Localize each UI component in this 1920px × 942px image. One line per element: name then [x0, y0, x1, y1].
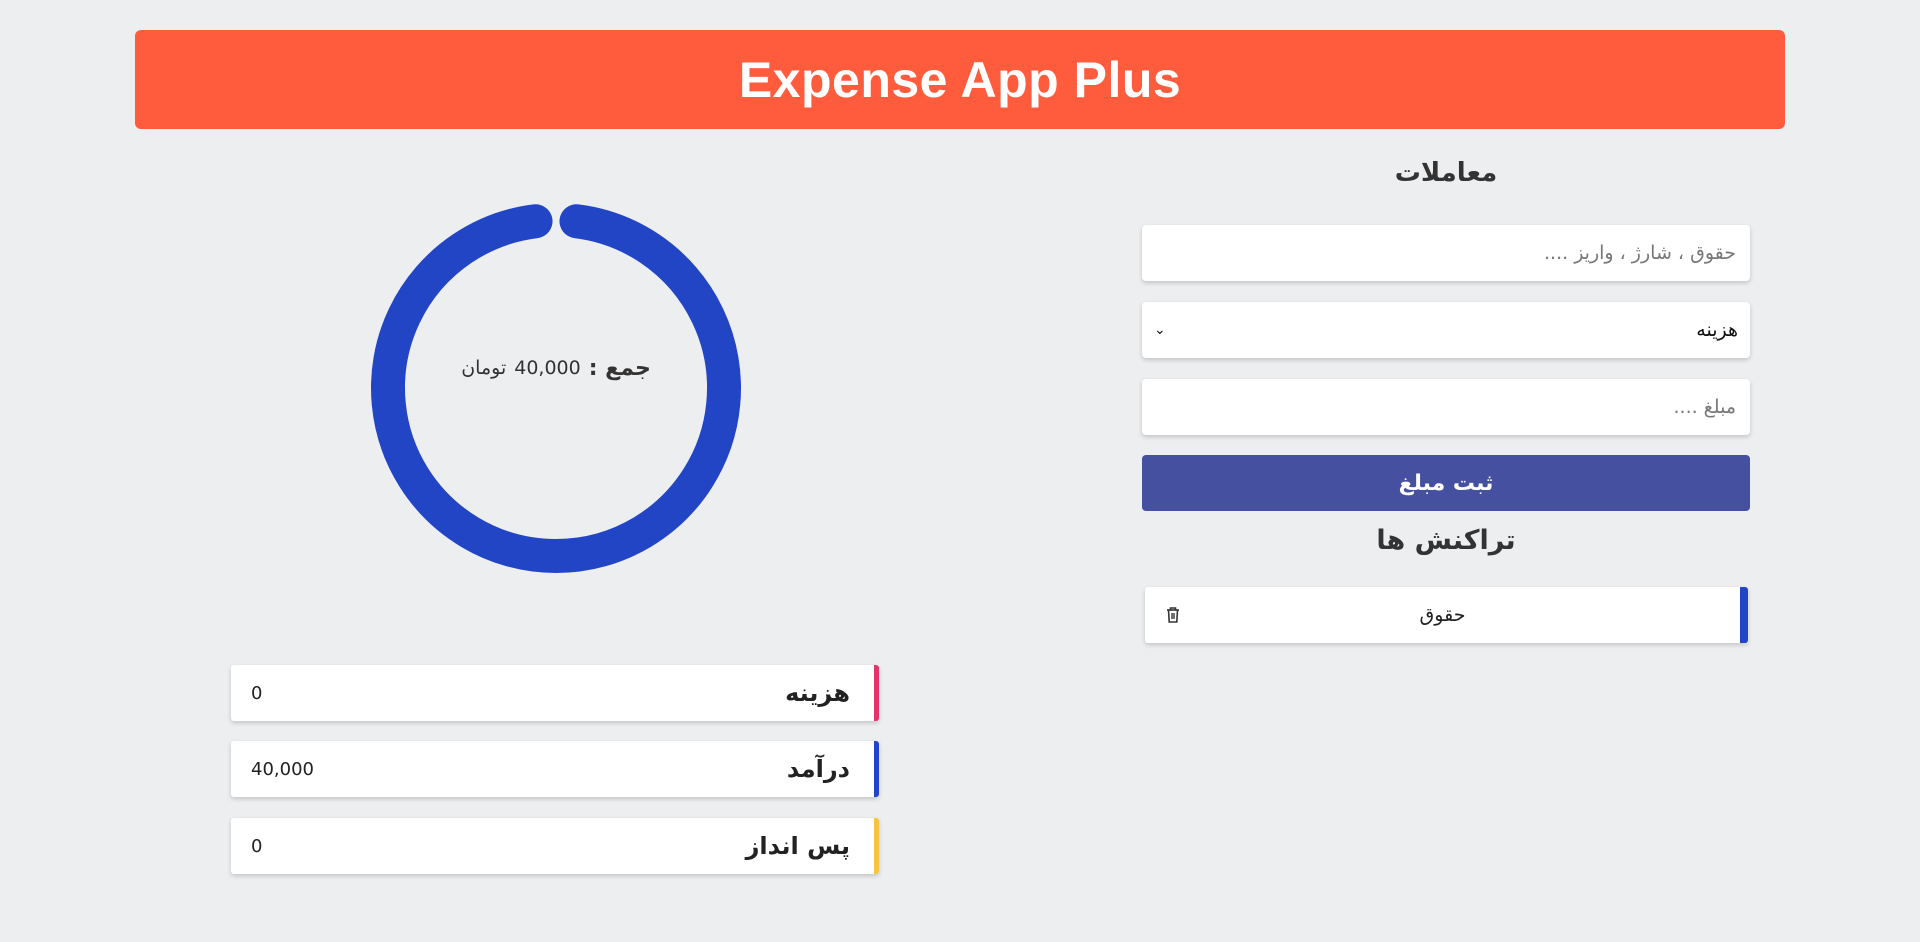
total-summary: جمع : 40,000 تومان — [368, 180, 744, 556]
transaction-item: حقوق — [1145, 587, 1748, 643]
stat-expense: 0 هزینه — [231, 665, 879, 721]
stat-savings-label: پس انداز — [745, 832, 850, 860]
type-select-value: هزینه — [1696, 319, 1738, 341]
submit-button[interactable]: ثبت مبلغ — [1142, 455, 1750, 511]
stat-income: 40,000 درآمد — [231, 741, 879, 797]
total-label: جمع : — [588, 355, 651, 381]
total-unit: تومان — [461, 357, 507, 379]
stat-expense-label: هزینه — [785, 679, 850, 707]
amount-field[interactable] — [1142, 379, 1750, 435]
stat-income-label: درآمد — [786, 755, 850, 783]
type-select[interactable]: هزینه ⌄ — [1142, 302, 1750, 358]
stat-savings: 0 پس انداز — [231, 818, 879, 874]
app-title: Expense App Plus — [738, 51, 1182, 108]
trash-icon[interactable] — [1163, 605, 1183, 625]
total-amount: 40,000 — [514, 357, 581, 379]
description-input[interactable] — [1154, 241, 1738, 265]
transaction-label: حقوق — [1419, 604, 1466, 626]
form-title: معاملات — [1394, 158, 1498, 188]
description-field[interactable] — [1142, 225, 1750, 281]
stat-expense-value: 0 — [251, 682, 263, 704]
app-header: Expense App Plus — [135, 30, 1785, 129]
chevron-down-icon: ⌄ — [1154, 322, 1166, 338]
stat-income-value: 40,000 — [251, 758, 314, 780]
amount-input[interactable] — [1154, 395, 1738, 419]
donut-chart: جمع : 40,000 تومان — [368, 200, 744, 576]
stat-savings-value: 0 — [251, 835, 263, 857]
transactions-title: تراکنش ها — [1376, 525, 1516, 556]
